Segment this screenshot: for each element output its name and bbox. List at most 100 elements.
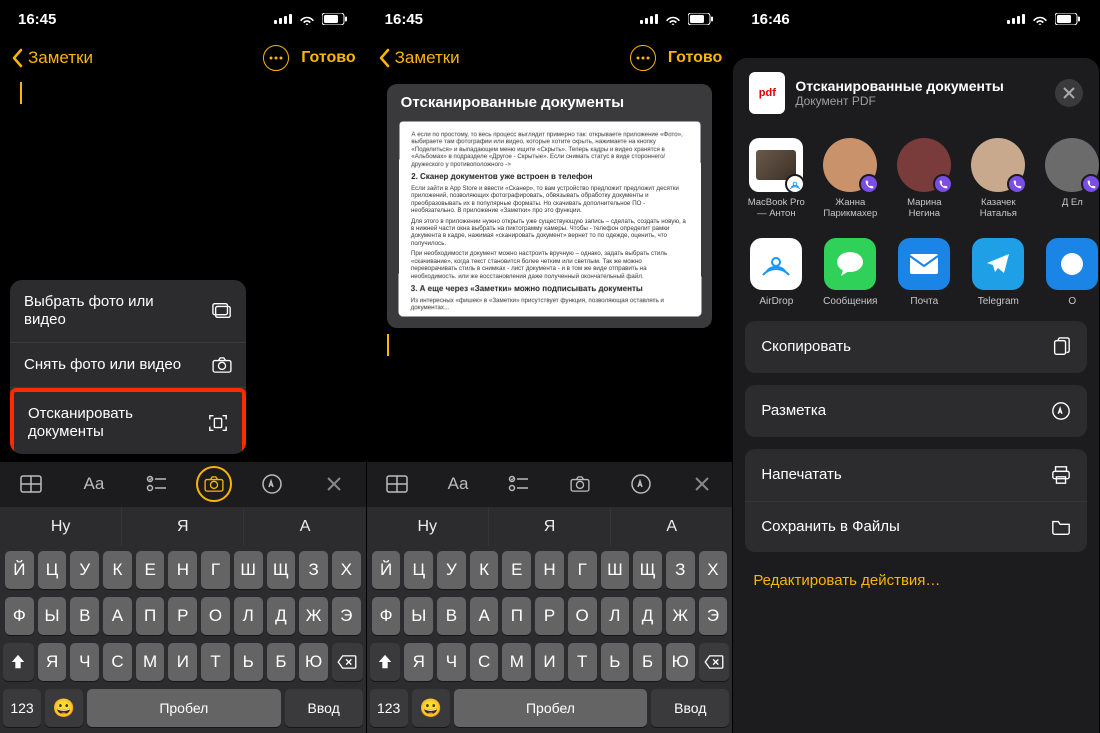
letter-key[interactable]: Ш [601, 551, 630, 589]
letter-key[interactable]: М [136, 643, 165, 681]
share-app[interactable]: Сообщения [819, 238, 881, 307]
letter-key[interactable]: Й [5, 551, 34, 589]
letter-key[interactable]: Е [136, 551, 165, 589]
letter-key[interactable]: Н [535, 551, 564, 589]
suggestion[interactable]: Ну [0, 507, 122, 546]
letter-key[interactable]: Д [267, 597, 296, 635]
letter-key[interactable]: Г [201, 551, 230, 589]
tool-table-button[interactable] [374, 466, 420, 502]
letter-key[interactable]: Ц [38, 551, 67, 589]
letter-key[interactable]: Л [234, 597, 263, 635]
tool-markup-button[interactable] [249, 466, 295, 502]
letter-key[interactable]: Ц [404, 551, 433, 589]
numeric-key[interactable]: 123 [370, 689, 408, 727]
letter-key[interactable]: Ю [299, 643, 328, 681]
letter-key[interactable]: К [470, 551, 499, 589]
emoji-key[interactable]: 😀 [45, 689, 83, 727]
letter-key[interactable]: Б [267, 643, 296, 681]
share-contact[interactable]: MacBook Pro — Антон [745, 138, 807, 220]
share-contact[interactable]: Марина Негина [893, 138, 955, 220]
letter-key[interactable]: К [103, 551, 132, 589]
letter-key[interactable]: Ж [666, 597, 695, 635]
tool-format-button[interactable]: Aa [435, 466, 481, 502]
backspace-key[interactable] [332, 643, 363, 681]
more-button[interactable] [630, 45, 656, 71]
tool-checklist-button[interactable] [134, 466, 180, 502]
letter-key[interactable]: М [502, 643, 531, 681]
share-app[interactable]: Telegram [967, 238, 1029, 307]
letter-key[interactable]: Ы [404, 597, 433, 635]
shift-key[interactable] [370, 643, 401, 681]
letter-key[interactable]: Р [168, 597, 197, 635]
suggestion[interactable]: А [244, 507, 365, 546]
letter-key[interactable]: Ф [5, 597, 34, 635]
letter-key[interactable]: Р [535, 597, 564, 635]
letter-key[interactable]: О [568, 597, 597, 635]
share-app[interactable]: AirDrop [745, 238, 807, 307]
tool-close-button[interactable] [311, 466, 357, 502]
tool-close-button[interactable] [679, 466, 725, 502]
letter-key[interactable]: Х [332, 551, 361, 589]
menu-take-photo[interactable]: Снять фото или видео [10, 343, 246, 388]
letter-key[interactable]: И [535, 643, 564, 681]
letter-key[interactable]: В [70, 597, 99, 635]
share-contact[interactable]: Казачек Наталья [967, 138, 1029, 220]
letter-key[interactable]: Я [38, 643, 67, 681]
letter-key[interactable]: П [136, 597, 165, 635]
shift-key[interactable] [3, 643, 34, 681]
backspace-key[interactable] [699, 643, 730, 681]
letter-key[interactable]: Ч [437, 643, 466, 681]
edit-actions-link[interactable]: Редактировать действия… [733, 558, 1099, 593]
letter-key[interactable]: С [470, 643, 499, 681]
letter-key[interactable]: Ю [666, 643, 695, 681]
letter-key[interactable]: Е [502, 551, 531, 589]
share-app[interactable]: О [1041, 238, 1099, 307]
tool-camera-button[interactable] [557, 466, 603, 502]
more-button[interactable] [263, 45, 289, 71]
letter-key[interactable]: У [437, 551, 466, 589]
letter-key[interactable]: Б [633, 643, 662, 681]
action-save-files[interactable]: Сохранить в Файлы [745, 501, 1087, 552]
menu-choose-photo[interactable]: Выбрать фото или видео [10, 280, 246, 343]
tool-format-button[interactable]: Aa [71, 466, 117, 502]
suggestion[interactable]: Я [122, 507, 244, 546]
letter-key[interactable]: Й [372, 551, 401, 589]
letter-key[interactable]: Д [633, 597, 662, 635]
letter-key[interactable]: Н [168, 551, 197, 589]
letter-key[interactable]: П [502, 597, 531, 635]
letter-key[interactable]: У [70, 551, 99, 589]
menu-scan-documents[interactable]: Отсканировать документы [10, 388, 246, 454]
done-button[interactable]: Готово [301, 49, 355, 67]
action-markup[interactable]: Разметка [745, 385, 1087, 437]
letter-key[interactable]: А [103, 597, 132, 635]
letter-key[interactable]: В [437, 597, 466, 635]
suggestion[interactable]: Я [489, 507, 611, 546]
tool-table-button[interactable] [8, 466, 54, 502]
numeric-key[interactable]: 123 [3, 689, 41, 727]
tool-markup-button[interactable] [618, 466, 664, 502]
enter-key[interactable]: Ввод [651, 689, 729, 727]
space-key[interactable]: Пробел [87, 689, 281, 727]
letter-key[interactable]: Ф [372, 597, 401, 635]
letter-key[interactable]: Ш [234, 551, 263, 589]
share-app[interactable]: Почта [893, 238, 955, 307]
action-print[interactable]: Напечатать [745, 449, 1087, 501]
letter-key[interactable]: Г [568, 551, 597, 589]
letter-key[interactable]: Щ [633, 551, 662, 589]
letter-key[interactable]: Щ [267, 551, 296, 589]
space-key[interactable]: Пробел [454, 689, 648, 727]
tool-checklist-button[interactable] [496, 466, 542, 502]
letter-key[interactable]: Х [699, 551, 728, 589]
letter-key[interactable]: Л [601, 597, 630, 635]
letter-key[interactable]: И [168, 643, 197, 681]
share-contact[interactable]: Д Ел [1041, 138, 1099, 220]
letter-key[interactable]: С [103, 643, 132, 681]
emoji-key[interactable]: 😀 [412, 689, 450, 727]
letter-key[interactable]: Ы [38, 597, 67, 635]
back-button[interactable]: Заметки [10, 48, 93, 68]
action-copy[interactable]: Скопировать [745, 321, 1087, 373]
letter-key[interactable]: Ь [234, 643, 263, 681]
letter-key[interactable]: З [666, 551, 695, 589]
tool-camera-button[interactable] [196, 466, 232, 502]
back-button[interactable]: Заметки [377, 48, 460, 68]
